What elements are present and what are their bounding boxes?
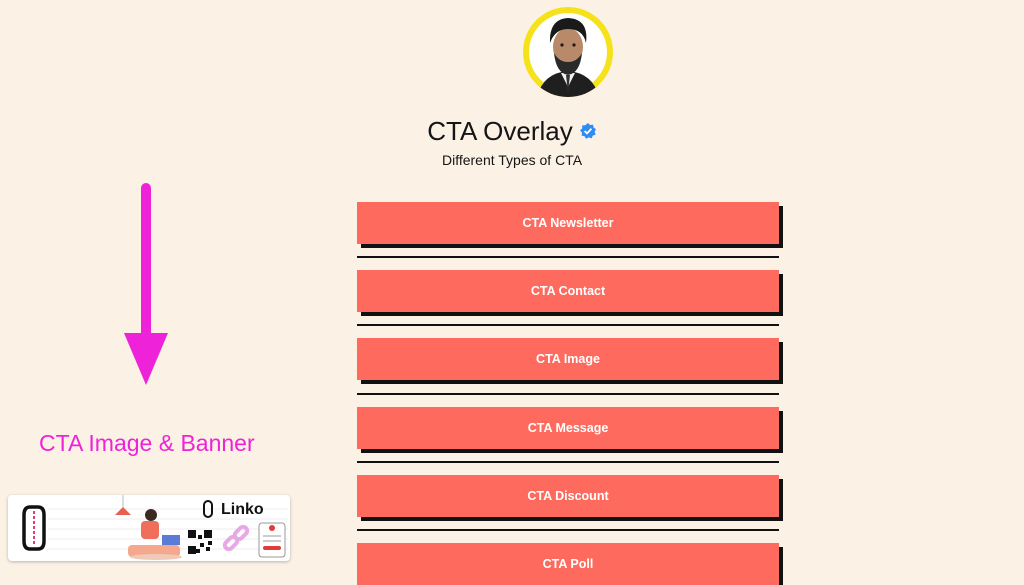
cta-poll-button[interactable]: CTA Poll [357, 543, 779, 585]
cta-discount-button[interactable]: CTA Discount [357, 475, 779, 517]
cta-image-button[interactable]: CTA Image [357, 338, 779, 380]
arrow-down-icon [124, 183, 168, 385]
profile-title-row: CTA Overlay [0, 116, 1024, 147]
page-title: CTA Overlay [427, 116, 573, 146]
cta-newsletter-button[interactable]: CTA Newsletter [357, 202, 779, 244]
linko-logo-icon [22, 505, 46, 551]
divider [357, 256, 779, 258]
cta-banner-image[interactable]: Linko [8, 495, 290, 561]
divider [357, 461, 779, 463]
profile-card-icon [258, 522, 286, 558]
profile-avatar [523, 7, 613, 97]
cta-contact-button[interactable]: CTA Contact [357, 270, 779, 312]
annotation-label: CTA Image & Banner [39, 430, 255, 456]
divider [357, 393, 779, 395]
banner-brand-name: Linko [221, 501, 264, 518]
profile-subtitle: Different Types of CTA [441, 152, 583, 168]
qr-code-icon [188, 530, 212, 554]
person-illustration [128, 509, 182, 560]
verified-badge-icon [579, 116, 597, 147]
divider [357, 529, 779, 531]
cta-message-button[interactable]: CTA Message [357, 407, 779, 449]
divider [357, 324, 779, 326]
avatar-photo [529, 13, 607, 97]
